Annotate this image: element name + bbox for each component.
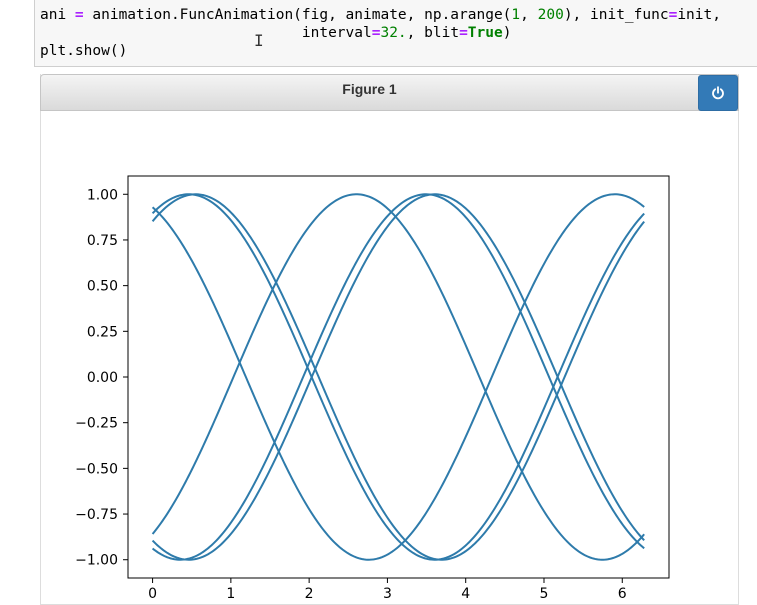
series-line-5 (151, 193, 645, 561)
series-layer (151, 193, 645, 561)
y-tick-label: 1.00 (87, 187, 118, 203)
series-line-6 (151, 193, 645, 561)
code-line-2: interval=32., blit=True) (40, 25, 512, 41)
y-tick-label: 0.00 (87, 370, 118, 386)
axes-frame (127, 175, 670, 579)
ticks-layer: 0 1 2 3 4 5 6 1.00 0.75 0.50 0.25 0.00 −0.25 −0.50 −0.… (75, 187, 627, 602)
x-tick-label: 5 (540, 586, 549, 602)
y-tick-label: −1.00 (75, 553, 118, 569)
x-tick-label: 2 (305, 586, 314, 602)
power-button[interactable] (698, 75, 738, 111)
y-tick-label: −0.75 (75, 507, 118, 523)
x-tick-label: 3 (383, 586, 392, 602)
x-tick-label: 1 (226, 586, 235, 602)
power-icon (712, 86, 724, 100)
series-line-2 (151, 193, 645, 561)
series-line-4 (151, 193, 645, 561)
y-tick-label: −0.50 (75, 461, 118, 477)
animation-plot: 0 1 2 3 4 5 6 1.00 0.75 0.50 0.25 0.00 −0.25 −0.50 −0.… (75, 175, 670, 602)
code-line-3: plt.show() (40, 43, 128, 59)
y-tick-label: 0.50 (87, 279, 118, 295)
text-cursor-icon: I (254, 31, 264, 50)
code-line-1: ani = animation.FuncAnimation(fig, anima… (40, 7, 721, 23)
x-tick-label: 6 (618, 586, 627, 602)
series-line-1 (151, 193, 645, 561)
series-line-3 (151, 193, 645, 561)
x-tick-label: 4 (461, 586, 470, 602)
figure-header: Figure 1 (40, 74, 739, 111)
y-tick-label: −0.25 (75, 416, 118, 432)
y-tick-label: 0.25 (87, 324, 118, 340)
y-tick-label: 0.75 (87, 233, 118, 249)
x-tick-label: 0 (148, 586, 157, 602)
code-cell[interactable]: ani = animation.FuncAnimation(fig, anima… (34, 0, 757, 67)
figure-title: Figure 1 (342, 81, 397, 97)
